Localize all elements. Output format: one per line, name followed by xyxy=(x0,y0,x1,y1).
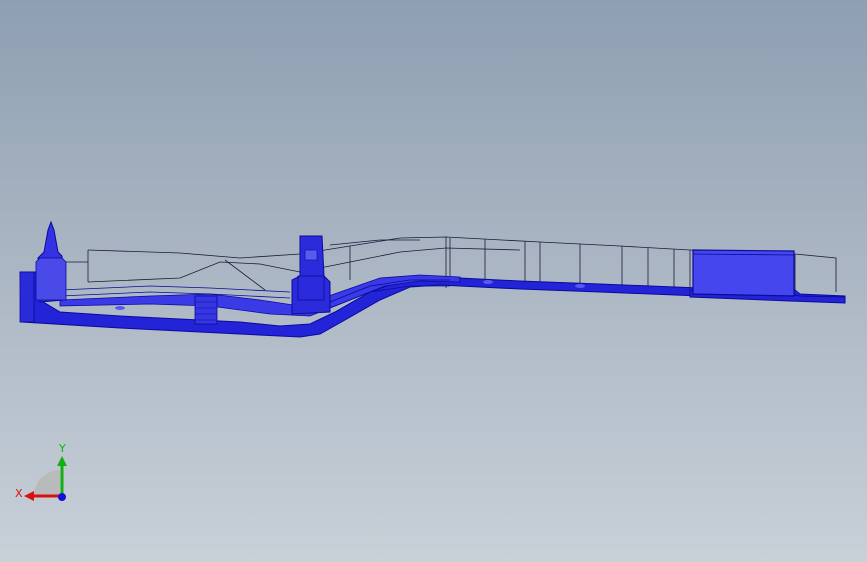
coordinate-triad: Y X xyxy=(12,440,76,510)
graphics-viewport[interactable]: Y X xyxy=(0,0,867,562)
end-box[interactable] xyxy=(692,249,795,297)
y-axis-label: Y xyxy=(58,442,66,455)
view-plane-icon xyxy=(34,470,60,496)
cad-model[interactable] xyxy=(0,0,867,562)
x-axis-label: X xyxy=(15,487,23,500)
z-axis-dot xyxy=(58,493,66,501)
